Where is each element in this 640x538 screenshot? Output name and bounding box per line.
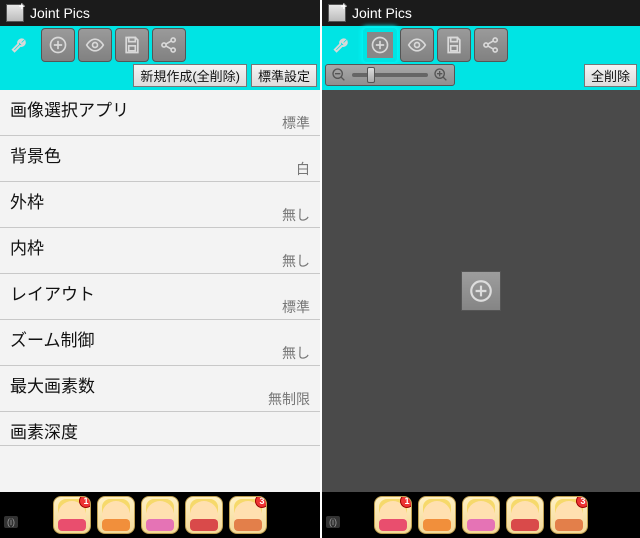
new-button[interactable]: 新規作成(全削除) [133,64,247,87]
setting-label: 画素深度 [10,418,310,443]
badge: 1 [79,496,91,508]
toolbar-icons [0,26,320,64]
setting-label: 画像選択アプリ [10,96,310,121]
zoom-thumb[interactable] [367,67,375,83]
setting-label: レイアウト [10,280,310,305]
shortcut-item[interactable]: 3 [229,496,267,534]
setting-value: 無し [282,343,310,363]
setting-value: 白 [296,159,310,179]
shortcut-item[interactable] [506,496,544,534]
setting-value: 無し [282,205,310,225]
shortcut-item[interactable] [141,496,179,534]
app-title: Joint Pics [352,5,412,21]
toolbar: 新規作成(全削除) 標準設定 [0,26,320,90]
app-title: Joint Pics [30,5,90,21]
setting-layout[interactable]: レイアウト 標準 [0,274,320,320]
toolbar: 全削除 [322,26,640,90]
save-icon[interactable] [115,28,149,62]
clear-all-button[interactable]: 全削除 [584,64,637,87]
defaults-button[interactable]: 標準設定 [251,64,317,87]
setting-bgcolor[interactable]: 背景色 白 [0,136,320,182]
shortcut-item[interactable]: 3 [550,496,588,534]
zoom-track[interactable] [352,73,428,77]
wrench-icon[interactable] [326,28,360,62]
shortcut-item[interactable]: 1 [374,496,412,534]
app-icon [6,4,24,22]
toolbar-text-buttons: 新規作成(全削除) 標準設定 [0,64,320,90]
zoom-in-icon[interactable] [428,67,454,83]
setting-value: 標準 [282,113,310,133]
canvas-area[interactable] [322,90,640,492]
wrench-icon[interactable] [4,28,38,62]
add-icon[interactable] [363,28,397,62]
settings-list[interactable]: 画像選択アプリ 標準 背景色 白 外枠 無し 内枠 無し レイアウト 標準 ズー… [0,90,320,492]
setting-outer-frame[interactable]: 外枠 無し [0,182,320,228]
zoom-slider[interactable] [325,64,455,86]
share-icon[interactable] [152,28,186,62]
shortcut-item[interactable] [185,496,223,534]
ad-label: (i) [4,516,18,528]
badge: 3 [255,496,267,508]
toolbar-zoom-row: 全削除 [322,64,640,90]
shortcut-bar: (i) 1 3 [322,492,640,538]
setting-pixel-depth[interactable]: 画素深度 [0,412,320,446]
shortcut-item[interactable] [97,496,135,534]
setting-label: 外枠 [10,188,310,213]
share-icon[interactable] [474,28,508,62]
badge: 1 [400,496,412,508]
toolbar-icons [322,26,640,64]
setting-value: 標準 [282,297,310,317]
setting-value: 無制限 [268,389,310,409]
right-pane: Joint Pics [320,0,640,538]
shortcut-item[interactable]: 1 [53,496,91,534]
setting-image-picker[interactable]: 画像選択アプリ 標準 [0,90,320,136]
add-image-button[interactable] [461,271,501,311]
setting-label: 内枠 [10,234,310,259]
ad-label: (i) [326,516,340,528]
setting-label: ズーム制御 [10,326,310,351]
save-icon[interactable] [437,28,471,62]
shortcut-bar: (i) 1 3 [0,492,320,538]
eye-icon[interactable] [78,28,112,62]
app-icon [328,4,346,22]
zoom-out-icon[interactable] [326,67,352,83]
badge: 3 [576,496,588,508]
setting-value: 無し [282,251,310,271]
left-pane: Joint Pics 新規作成(全削除) 標準設定 画像 [0,0,320,538]
setting-label: 背景色 [10,142,310,167]
titlebar: Joint Pics [0,0,320,26]
add-icon[interactable] [41,28,75,62]
setting-zoom-control[interactable]: ズーム制御 無し [0,320,320,366]
setting-inner-frame[interactable]: 内枠 無し [0,228,320,274]
eye-icon[interactable] [400,28,434,62]
setting-label: 最大画素数 [10,372,310,397]
shortcut-item[interactable] [462,496,500,534]
shortcut-item[interactable] [418,496,456,534]
setting-max-pixels[interactable]: 最大画素数 無制限 [0,366,320,412]
titlebar: Joint Pics [322,0,640,26]
